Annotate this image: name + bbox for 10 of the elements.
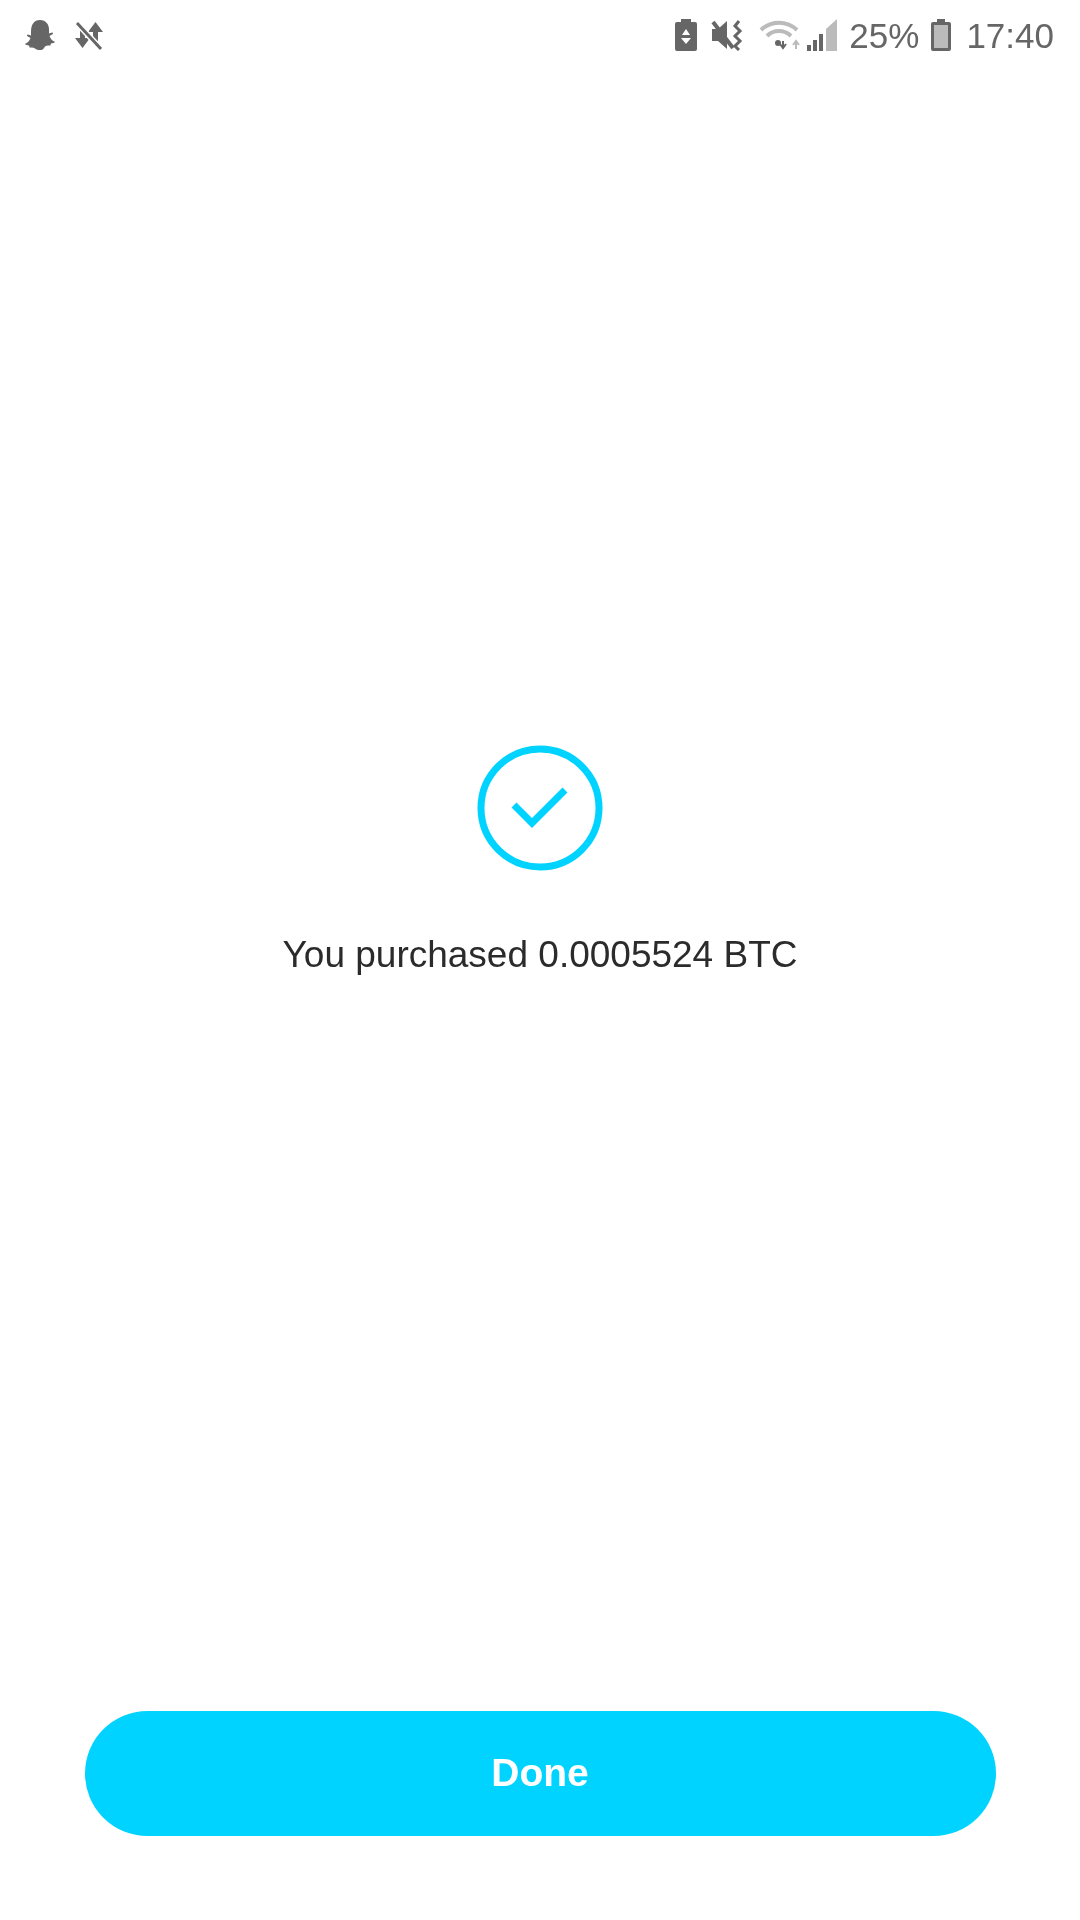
ghost-icon [24,19,56,51]
checkmark-circle-icon [477,745,603,871]
arrows-crossed-icon [72,19,106,51]
done-button[interactable]: Done [84,1711,996,1836]
purchase-message: You purchased 0.0005524 BTC [282,933,798,977]
clock-time: 17:40 [966,17,1054,53]
battery-percent: 25% [849,17,920,53]
signal-icon [807,19,838,51]
battery-arrows-icon [675,19,698,51]
battery-icon [931,19,952,51]
